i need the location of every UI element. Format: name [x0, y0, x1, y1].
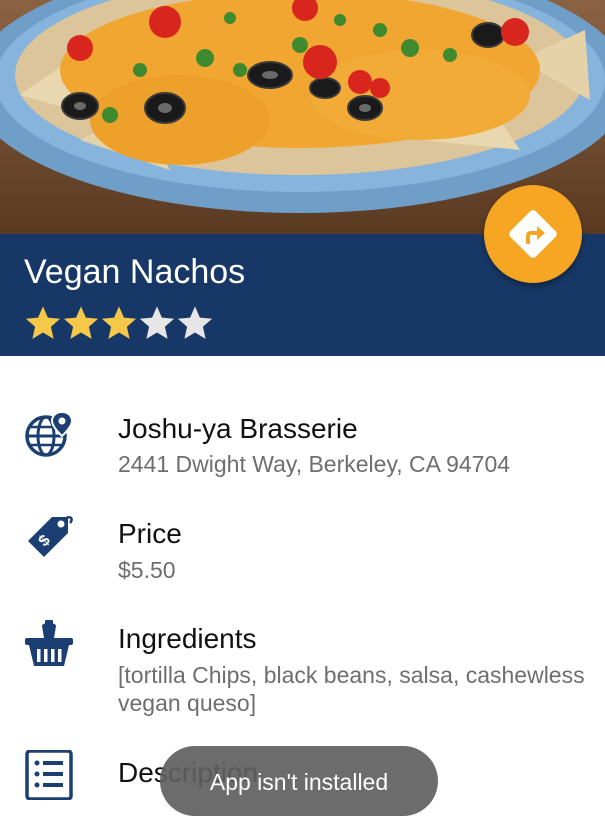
- dish-title: Vegan Nachos: [24, 253, 246, 291]
- directions-button[interactable]: [484, 185, 582, 283]
- toast-message: App isn't installed: [209, 769, 389, 795]
- rating-stars: [24, 304, 214, 344]
- directions-icon: [509, 210, 557, 258]
- ingredients-label: Ingredients: [118, 623, 257, 654]
- star-filled-icon: [63, 306, 99, 339]
- ingredients-value: [tortilla Chips, black beans, salsa, cas…: [118, 662, 585, 716]
- price-value: $5.50: [118, 557, 176, 583]
- basket-icon: [25, 620, 73, 666]
- restaurant-address: 2441 Dwight Way, Berkeley, CA 94704: [118, 451, 511, 477]
- list-icon: [25, 750, 73, 800]
- price-label: Price: [118, 518, 182, 549]
- star-filled-icon: [25, 306, 61, 339]
- star-empty-icon: [177, 306, 213, 339]
- price-tag-icon: $: [28, 516, 73, 557]
- globe-location-icon: [25, 410, 74, 457]
- star-empty-icon: [139, 306, 175, 339]
- star-filled-icon: [101, 306, 137, 339]
- toast: App isn't installed: [160, 746, 438, 816]
- restaurant-name: Joshu-ya Brasserie: [118, 413, 358, 444]
